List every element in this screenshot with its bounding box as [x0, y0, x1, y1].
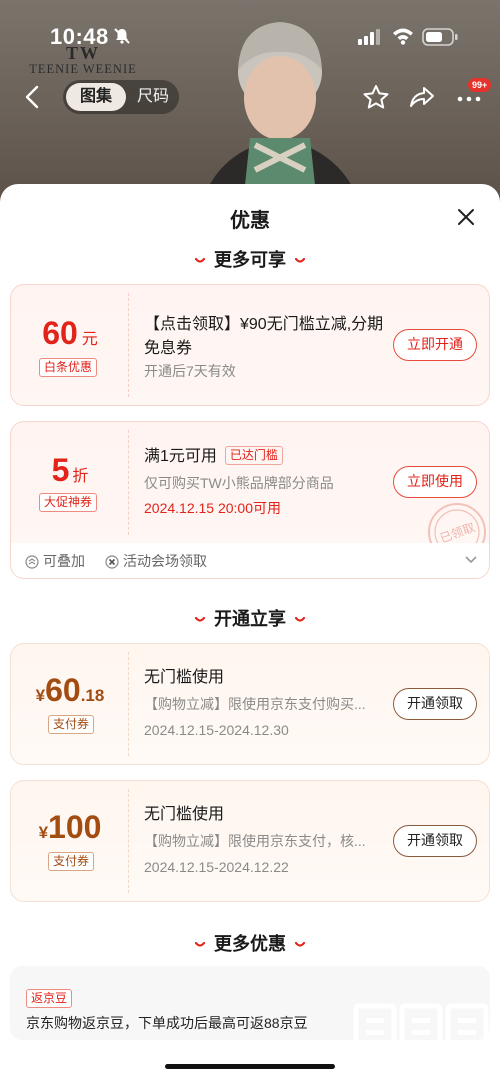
smile-deco-icon — [295, 617, 305, 622]
coupon-value-area: ¥60.18 支付券 — [11, 644, 129, 764]
tab-size[interactable]: 尺码 — [131, 83, 175, 111]
smile-deco-icon — [195, 942, 205, 947]
open-and-claim-button[interactable]: 开通领取 — [393, 825, 477, 857]
brand-monogram: TW — [65, 43, 100, 63]
coupon-title: 满1元可用 已达门槛 — [144, 445, 283, 469]
svg-text:zhizhizhi.com: zhizhizhi.com — [373, 1061, 471, 1078]
coupon-sheet: 优惠 更多可享 60 元 白条优惠 【点击领取】¥90无门槛立减,分期免息券 开通… — [0, 184, 500, 1083]
share-icon[interactable] — [408, 84, 436, 110]
zhizhizhi-watermark-logo: zhizhizhi.com — [353, 1003, 489, 1078]
venue-claim-info: 活动会场领取 — [105, 552, 207, 570]
brand-name: TEENIE WEENIE — [29, 62, 137, 76]
product-nav-bar: 图集 尺码 99+ — [0, 78, 500, 116]
brand-logo: TW TEENIE WEENIE — [22, 43, 144, 77]
open-and-claim-button[interactable]: 开通领取 — [393, 688, 477, 720]
coupon-amount: ¥100 — [38, 809, 102, 845]
rebate-text: 京东购物返京豆，下单成功后最高可返88京豆 — [26, 1015, 308, 1031]
coupon-tag: 支付券 — [48, 715, 95, 734]
coupon-validity: 开通后7天有效 — [144, 363, 236, 379]
coupon-desc: 【购物立减】限使用京东支付，核... — [144, 833, 366, 849]
coupon-card-pay-1[interactable]: ¥60.18 支付券 无门槛使用 【购物立减】限使用京东支付购买... 2024… — [10, 643, 490, 765]
section-title-more-offers: 更多优惠 — [0, 930, 500, 956]
home-indicator[interactable] — [165, 1064, 335, 1069]
coupon-card-pay-2[interactable]: ¥100 支付券 无门槛使用 【购物立减】限使用京东支付，核... 2024.1… — [10, 780, 490, 902]
tab-gallery[interactable]: 图集 — [66, 83, 126, 111]
section-label: 更多优惠 — [214, 934, 286, 954]
coupon-amount: ¥60.18 — [35, 672, 105, 708]
coupon-tag: 大促神券 — [39, 493, 98, 512]
coupon-desc: 【购物立减】限使用京东支付购买... — [144, 696, 366, 712]
coupon-scope: 仅可购买TW小熊品牌部分商品 — [144, 475, 334, 491]
smile-deco-icon — [195, 258, 205, 263]
section-label: 开通立享 — [214, 609, 286, 629]
cellular-signal-icon — [358, 29, 380, 45]
coupon-date-range: 2024.12.15-2024.12.30 — [144, 722, 289, 738]
coupon-amount: 60 元 — [42, 315, 98, 351]
coupon-card-baitiao[interactable]: 60 元 白条优惠 【点击领取】¥90无门槛立减,分期免息券 开通后7天有效 立即… — [10, 284, 490, 406]
coupon-tag: 支付券 — [48, 852, 95, 871]
coupon-tag: 白条优惠 — [39, 358, 98, 377]
venue-icon — [105, 555, 119, 569]
svg-text:已领取: 已领取 — [438, 520, 477, 543]
stack-icon — [25, 555, 39, 569]
coupon-date-range: 2024.12.15-2024.12.22 — [144, 859, 289, 875]
coupon-value-area: ¥100 支付券 — [11, 781, 129, 901]
claimed-stamp-icon: 已领取 — [428, 503, 486, 543]
product-background: 10:48 TW TEENIE WEENIE 图集 尺码 99+ — [0, 0, 500, 210]
threshold-reached-badge: 已达门槛 — [224, 446, 283, 465]
sheet-title: 优惠 — [230, 210, 270, 232]
rebate-tag: 返京豆 — [26, 989, 73, 1008]
coupon-value-area: 60 元 白条优惠 — [11, 285, 129, 405]
coupon-amount: 5折 — [51, 452, 89, 488]
smile-deco-icon — [195, 617, 205, 622]
gallery-size-switch: 图集 尺码 — [63, 80, 179, 114]
section-label: 更多可享 — [214, 250, 286, 270]
wifi-icon — [393, 28, 413, 45]
close-icon[interactable] — [455, 206, 477, 228]
coupon-footer: 可叠加 活动会场领取 — [10, 543, 490, 579]
chevron-down-icon[interactable] — [465, 556, 477, 564]
silent-bell-icon — [114, 28, 130, 44]
stackable-info: 可叠加 — [25, 552, 85, 570]
section-title-more-enjoy: 更多可享 — [0, 246, 500, 272]
coupon-card-promo[interactable]: 5折 大促神券 满1元可用 已达门槛 仅可购买TW小熊品牌部分商品 2024.12… — [10, 421, 490, 543]
coupon-value-area: 5折 大促神券 — [11, 422, 129, 543]
open-now-button[interactable]: 立即开通 — [393, 329, 477, 361]
coupon-title: 无门槛使用 — [144, 669, 225, 686]
back-arrow-icon[interactable] — [22, 84, 44, 110]
smile-deco-icon — [295, 258, 305, 263]
coupon-title: 【点击领取】¥90无门槛立减,分期免息券 — [144, 316, 384, 357]
section-title-open-enjoy: 开通立享 — [0, 605, 500, 631]
message-count-badge: 99+ — [468, 78, 492, 92]
smile-deco-icon — [295, 942, 305, 947]
use-now-button[interactable]: 立即使用 — [393, 466, 477, 498]
favorite-star-icon[interactable] — [362, 84, 390, 110]
battery-icon — [422, 28, 458, 46]
coupon-title: 无门槛使用 — [144, 806, 225, 823]
coupon-available-time: 2024.12.15 20:00可用 — [144, 500, 281, 516]
